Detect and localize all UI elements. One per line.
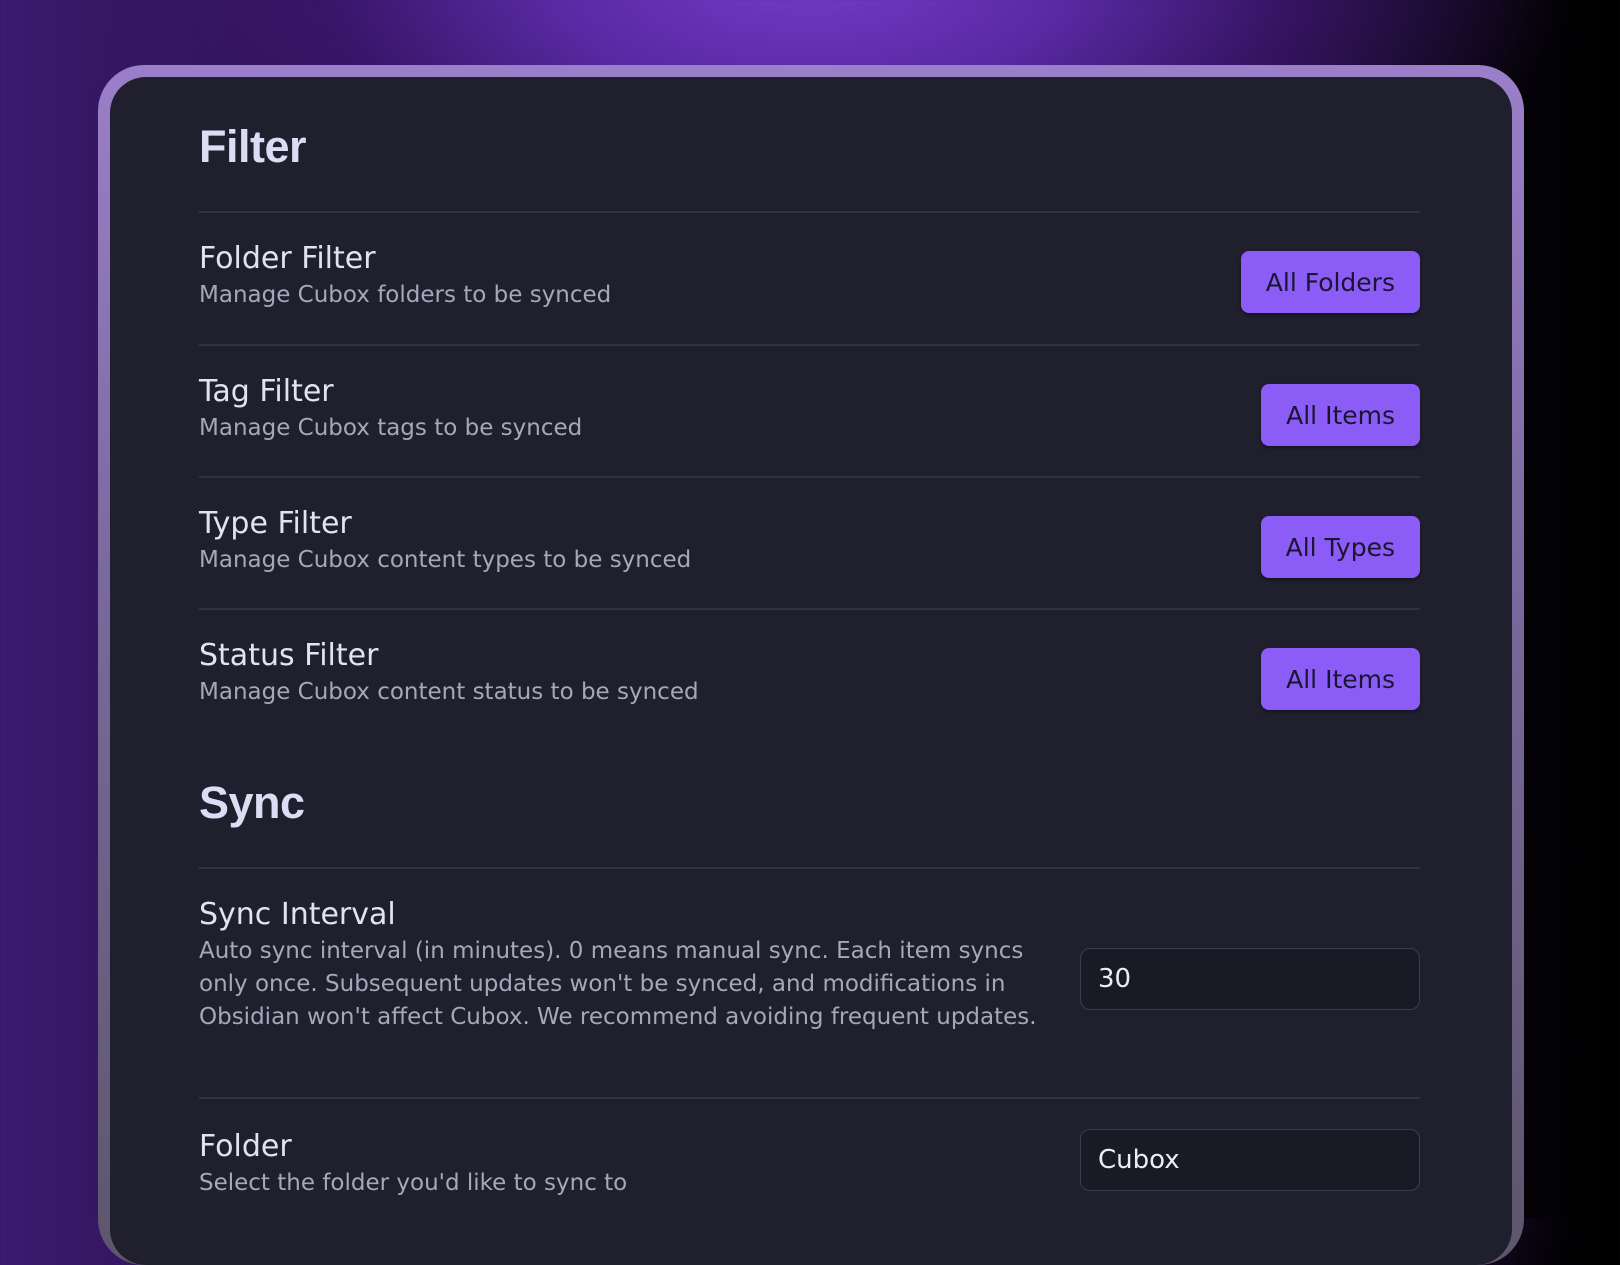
status-filter-button[interactable]: All Items bbox=[1261, 648, 1420, 710]
divider bbox=[199, 211, 1420, 213]
divider bbox=[199, 608, 1420, 610]
window-frame: Filter Folder Filter Manage Cubox folder… bbox=[98, 65, 1524, 1265]
setting-tag-filter: Tag Filter Manage Cubox tags to be synce… bbox=[199, 374, 1420, 474]
tag-filter-button[interactable]: All Items bbox=[1261, 384, 1420, 446]
setting-description: Manage Cubox folders to be synced bbox=[199, 282, 612, 308]
setting-name: Type Filter bbox=[199, 506, 352, 541]
setting-description: Manage Cubox content types to be synced bbox=[199, 547, 692, 573]
divider bbox=[199, 344, 1420, 346]
setting-description: Manage Cubox tags to be synced bbox=[199, 415, 583, 441]
filter-section-title: Filter bbox=[199, 121, 307, 172]
divider bbox=[199, 1097, 1420, 1099]
setting-status-filter: Status Filter Manage Cubox content statu… bbox=[199, 638, 1420, 738]
folder-filter-button[interactable]: All Folders bbox=[1240, 251, 1420, 313]
setting-sync-interval: Sync Interval Auto sync interval (in min… bbox=[199, 897, 1420, 1087]
sync-interval-input[interactable] bbox=[1080, 948, 1420, 1010]
setting-type-filter: Type Filter Manage Cubox content types t… bbox=[199, 506, 1420, 606]
setting-description: Select the folder you'd like to sync to bbox=[199, 1170, 628, 1196]
divider bbox=[199, 867, 1420, 869]
setting-description: Manage Cubox content status to be synced bbox=[199, 679, 699, 705]
setting-name: Folder Filter bbox=[199, 241, 376, 276]
setting-description: Auto sync interval (in minutes). 0 means… bbox=[199, 938, 1037, 1030]
type-filter-button[interactable]: All Types bbox=[1260, 516, 1420, 578]
setting-name: Sync Interval bbox=[199, 897, 396, 932]
setting-name: Tag Filter bbox=[199, 374, 334, 409]
setting-name: Status Filter bbox=[199, 638, 379, 673]
sync-section-title: Sync bbox=[199, 777, 305, 828]
setting-folder-filter: Folder Filter Manage Cubox folders to be… bbox=[199, 241, 1420, 341]
divider bbox=[199, 476, 1420, 478]
sync-folder-input[interactable] bbox=[1080, 1129, 1420, 1191]
setting-folder: Folder Select the folder you'd like to s… bbox=[199, 1129, 1420, 1229]
settings-panel: Filter Folder Filter Manage Cubox folder… bbox=[110, 77, 1512, 1265]
setting-name: Folder bbox=[199, 1129, 292, 1164]
